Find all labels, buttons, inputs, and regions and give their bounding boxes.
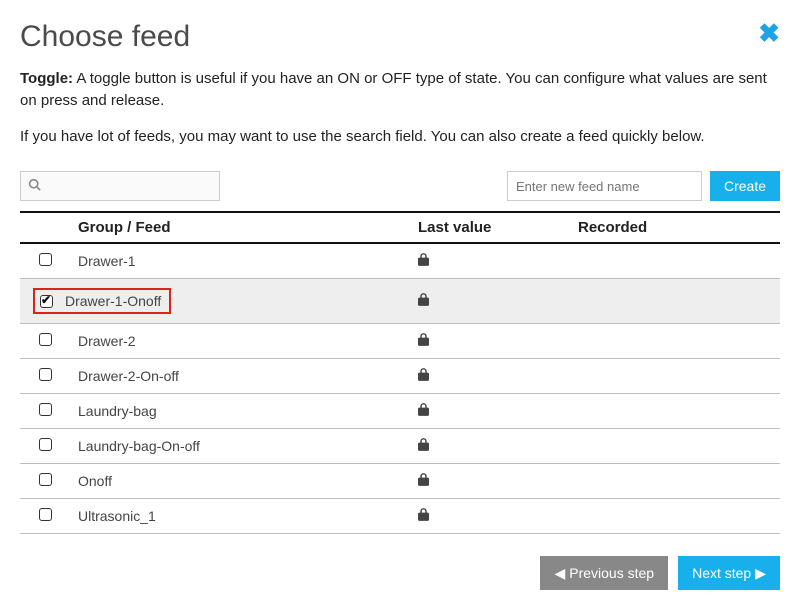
last-value-cell bbox=[410, 324, 570, 359]
table-row[interactable]: Drawer-1-Onoff bbox=[20, 279, 780, 324]
table-row[interactable]: Laundry-bag-On-off bbox=[20, 429, 780, 464]
lock-icon bbox=[418, 509, 429, 524]
col-recorded: Recorded bbox=[570, 212, 780, 243]
feed-checkbox[interactable] bbox=[39, 253, 52, 266]
feed-name: Drawer-2-On-off bbox=[78, 368, 179, 384]
last-value-cell bbox=[410, 359, 570, 394]
col-group-feed: Group / Feed bbox=[70, 212, 410, 243]
row-checkbox-cell bbox=[20, 464, 70, 499]
next-step-button[interactable]: Next step ▶ bbox=[678, 556, 780, 590]
row-checkbox-cell bbox=[20, 359, 70, 394]
previous-step-label: Previous step bbox=[569, 565, 654, 581]
row-checkbox-cell bbox=[20, 243, 70, 279]
lock-icon bbox=[418, 439, 429, 454]
col-last-value: Last value bbox=[410, 212, 570, 243]
recorded-cell bbox=[570, 499, 780, 534]
recorded-cell bbox=[570, 394, 780, 429]
last-value-cell bbox=[410, 429, 570, 464]
table-row[interactable]: Drawer-1 bbox=[20, 243, 780, 279]
search-hint: If you have lot of feeds, you may want t… bbox=[20, 126, 780, 148]
table-row[interactable]: Ultrasonic_1 bbox=[20, 499, 780, 534]
create-button[interactable]: Create bbox=[710, 171, 780, 201]
row-checkbox-cell bbox=[20, 394, 70, 429]
table-row[interactable]: Onoff bbox=[20, 464, 780, 499]
feed-checkbox[interactable] bbox=[39, 473, 52, 486]
recorded-cell bbox=[570, 243, 780, 279]
recorded-cell bbox=[570, 324, 780, 359]
search-input[interactable] bbox=[20, 171, 220, 201]
col-checkbox bbox=[20, 212, 70, 243]
close-icon[interactable]: ✖ bbox=[758, 20, 780, 46]
table-row[interactable]: Drawer-2 bbox=[20, 324, 780, 359]
feed-checkbox[interactable] bbox=[39, 438, 52, 451]
last-value-cell bbox=[410, 279, 570, 324]
recorded-cell bbox=[570, 464, 780, 499]
last-value-cell bbox=[410, 394, 570, 429]
feed-name: Laundry-bag-On-off bbox=[78, 438, 200, 454]
previous-step-button[interactable]: ◀ Previous step bbox=[540, 556, 668, 590]
highlight-box: Drawer-1-Onoff bbox=[33, 288, 171, 314]
lock-icon bbox=[418, 404, 429, 419]
row-checkbox-cell bbox=[20, 499, 70, 534]
lock-icon bbox=[418, 254, 429, 269]
recorded-cell bbox=[570, 359, 780, 394]
feed-name: Ultrasonic_1 bbox=[78, 508, 156, 524]
toggle-description: Toggle: A toggle button is useful if you… bbox=[20, 68, 780, 112]
last-value-cell bbox=[410, 464, 570, 499]
recorded-cell bbox=[570, 429, 780, 464]
search-icon bbox=[28, 178, 41, 194]
last-value-cell bbox=[410, 243, 570, 279]
toggle-label: Toggle: bbox=[20, 70, 73, 87]
row-checkbox-cell: Drawer-1-Onoff bbox=[20, 279, 410, 324]
chevron-right-icon: ▶ bbox=[755, 565, 766, 582]
new-feed-name-input[interactable] bbox=[507, 171, 702, 201]
feed-checkbox[interactable] bbox=[39, 333, 52, 346]
feeds-table: Group / Feed Last value Recorded Drawer-… bbox=[20, 211, 780, 534]
row-checkbox-cell bbox=[20, 324, 70, 359]
next-step-label: Next step bbox=[692, 565, 751, 581]
feed-checkbox[interactable] bbox=[40, 295, 53, 308]
row-checkbox-cell bbox=[20, 429, 70, 464]
lock-icon bbox=[418, 474, 429, 489]
last-value-cell bbox=[410, 499, 570, 534]
feed-name: Drawer-2 bbox=[78, 333, 136, 349]
recorded-cell bbox=[570, 279, 780, 324]
feed-name: Laundry-bag bbox=[78, 403, 157, 419]
table-row[interactable]: Laundry-bag bbox=[20, 394, 780, 429]
lock-icon bbox=[418, 369, 429, 384]
feed-checkbox[interactable] bbox=[39, 508, 52, 521]
lock-icon bbox=[418, 334, 429, 349]
toggle-text: A toggle button is useful if you have an… bbox=[20, 70, 767, 109]
feed-checkbox[interactable] bbox=[39, 403, 52, 416]
lock-icon bbox=[418, 294, 429, 309]
feed-name: Drawer-1 bbox=[78, 253, 136, 269]
page-title: Choose feed bbox=[20, 20, 190, 54]
feed-checkbox[interactable] bbox=[39, 368, 52, 381]
table-row[interactable]: Drawer-2-On-off bbox=[20, 359, 780, 394]
chevron-left-icon: ◀ bbox=[554, 565, 565, 582]
feed-name: Drawer-1-Onoff bbox=[65, 293, 161, 309]
feed-name: Onoff bbox=[78, 473, 112, 489]
search-box bbox=[20, 171, 220, 201]
